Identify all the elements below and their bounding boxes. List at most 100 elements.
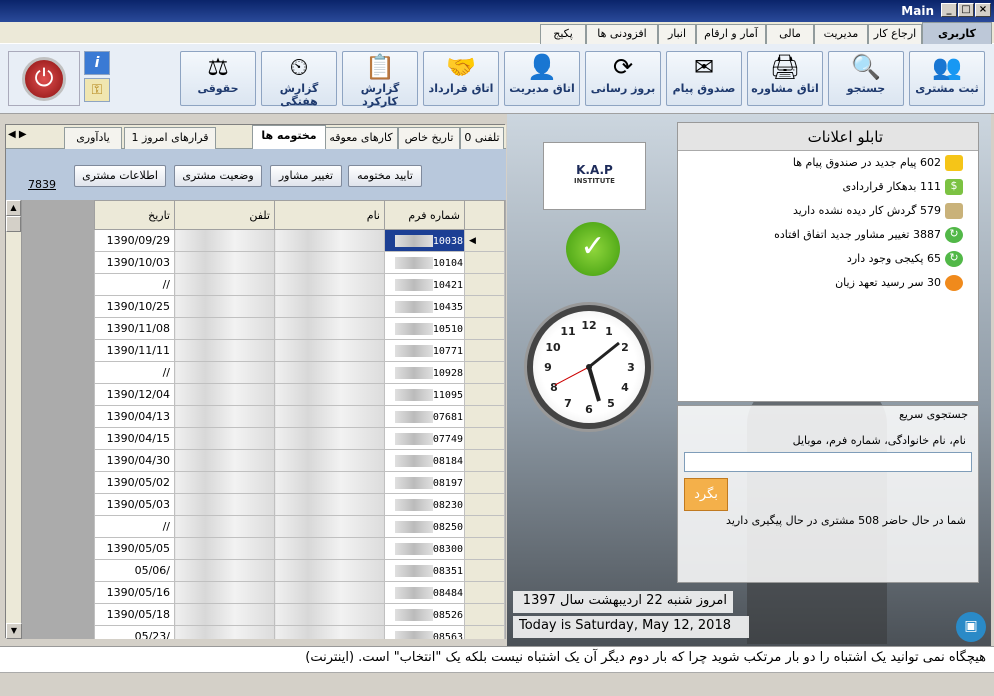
cell-form-number[interactable]: 10928 <box>384 361 465 384</box>
cell-form-number[interactable]: 11095 <box>384 383 465 406</box>
cell-form-number[interactable]: 08230 <box>384 493 465 516</box>
quick-search-input[interactable] <box>684 452 972 472</box>
cell-date[interactable]: 1390/05/18 <box>94 603 175 626</box>
menu-tab-referral[interactable]: ارجاع کار <box>868 24 922 44</box>
row-selector[interactable] <box>464 537 505 560</box>
cell-date[interactable]: 1390/05/05 <box>94 537 175 560</box>
toolbar-button-update[interactable]: ⟳ بروز رسانی <box>585 51 661 106</box>
row-selector[interactable] <box>464 471 505 494</box>
row-selector[interactable]: ◀ <box>464 229 505 252</box>
cell-form-number[interactable]: 10421 <box>384 273 465 296</box>
cell-form-number[interactable]: 07681 <box>384 405 465 428</box>
cell-name-redacted[interactable] <box>274 251 385 274</box>
cell-name-redacted[interactable] <box>274 339 385 362</box>
table-row[interactable]: 1390/05/05 08300 <box>94 537 505 560</box>
cell-form-number[interactable]: 08184 <box>384 449 465 472</box>
key-icon[interactable]: ⚿ <box>84 78 110 102</box>
maximize-button[interactable]: □ <box>958 3 974 17</box>
cell-name-redacted[interactable] <box>274 405 385 428</box>
table-row[interactable]: 1390/09/29 10038 ◀ <box>94 229 505 252</box>
cell-form-number[interactable]: 08300 <box>384 537 465 560</box>
notice-item[interactable]: ↻65 پکیجی وجود دارد <box>847 251 963 271</box>
cell-phone-redacted[interactable] <box>174 537 275 560</box>
tab-scroll-left-icon[interactable]: ◀ <box>8 129 16 140</box>
cell-form-number[interactable]: 10435 <box>384 295 465 318</box>
cell-date[interactable]: // <box>94 515 175 538</box>
minimize-button[interactable]: _ <box>941 3 957 17</box>
change-consultant-button[interactable]: تغییر مشاور <box>270 165 342 187</box>
menu-tab-finance[interactable]: مالی <box>766 24 814 44</box>
toolbar-button-legal[interactable]: ⚖ حقوقی <box>180 51 256 106</box>
table-row[interactable]: // 10928 <box>94 361 505 384</box>
table-row[interactable]: 1390/12/04 11095 <box>94 383 505 406</box>
cell-form-number[interactable]: 10510 <box>384 317 465 340</box>
info-icon[interactable]: i <box>84 51 110 75</box>
row-selector[interactable] <box>464 559 505 582</box>
row-selector[interactable] <box>464 427 505 450</box>
cell-form-number[interactable]: 07749 <box>384 427 465 450</box>
cell-phone-redacted[interactable] <box>174 317 275 340</box>
row-selector[interactable] <box>464 273 505 296</box>
menu-tab-management[interactable]: مدیریت <box>814 24 868 44</box>
column-phone[interactable]: تلفن <box>174 200 275 230</box>
row-selector[interactable] <box>464 603 505 626</box>
cell-date[interactable]: 1390/04/15 <box>94 427 175 450</box>
cell-name-redacted[interactable] <box>274 493 385 516</box>
tab-closed[interactable]: مختومه ها <box>252 125 326 149</box>
cell-date[interactable]: 1390/04/13 <box>94 405 175 428</box>
cell-name-redacted[interactable] <box>274 383 385 406</box>
cell-phone-redacted[interactable] <box>174 361 275 384</box>
toolbar-button-add-customer[interactable]: 👥 ثبت مشتری <box>909 51 985 106</box>
cell-phone-redacted[interactable] <box>174 339 275 362</box>
row-selector[interactable] <box>464 449 505 472</box>
cell-phone-redacted[interactable] <box>174 581 275 604</box>
cell-date[interactable]: 1390/11/08 <box>94 317 175 340</box>
table-row[interactable]: 1390/04/13 07681 <box>94 405 505 428</box>
cell-phone-redacted[interactable] <box>174 383 275 406</box>
row-selector[interactable] <box>464 361 505 384</box>
toolbar-button-message-box[interactable]: ✉ صندوق پیام <box>666 51 742 106</box>
table-row[interactable]: 1390/10/03 10104 <box>94 251 505 274</box>
table-row[interactable]: 1390/10/25 10435 <box>94 295 505 318</box>
cell-name-redacted[interactable] <box>274 229 385 252</box>
toolbar-button-contract-room[interactable]: 🤝 اتاق قرارداد <box>423 51 499 106</box>
cell-name-redacted[interactable] <box>274 361 385 384</box>
notice-item[interactable]: 30 سر رسید تعهد زیان <box>835 275 963 295</box>
table-row[interactable]: 1390/04/30 08184 <box>94 449 505 472</box>
cell-date[interactable]: 1390/10/25 <box>94 295 175 318</box>
column-name[interactable]: نام <box>274 200 385 230</box>
table-row[interactable]: 1390/05/18 08526 <box>94 603 505 626</box>
row-selector[interactable] <box>464 405 505 428</box>
cell-date[interactable]: 1390/05/03 <box>94 493 175 516</box>
gallery-icon[interactable]: ▣ <box>956 612 986 642</box>
cell-name-redacted[interactable] <box>274 471 385 494</box>
cell-name-redacted[interactable] <box>274 603 385 626</box>
notice-item[interactable]: 602 پیام جدید در صندوق پیام ها <box>793 155 963 175</box>
cell-date[interactable]: 1390/12/04 <box>94 383 175 406</box>
cell-phone-redacted[interactable] <box>174 273 275 296</box>
cell-date[interactable]: 05/23/ <box>94 625 175 639</box>
cell-phone-redacted[interactable] <box>174 229 275 252</box>
cell-form-number[interactable]: 08484 <box>384 581 465 604</box>
row-selector[interactable] <box>464 493 505 516</box>
cell-date[interactable]: 05/06/ <box>94 559 175 582</box>
search-go-button[interactable]: بگرد <box>684 478 728 511</box>
cell-phone-redacted[interactable] <box>174 251 275 274</box>
menu-tab-statistics[interactable]: آمار و ارقام <box>696 24 766 44</box>
scroll-up-icon[interactable]: ▲ <box>6 200 21 216</box>
tab-reminder[interactable]: یادآوری <box>64 127 122 149</box>
customer-info-button[interactable]: اطلاعات مشتری <box>74 165 166 187</box>
column-form-number[interactable]: شماره فرم <box>384 200 465 230</box>
cell-form-number[interactable]: 10104 <box>384 251 465 274</box>
cell-name-redacted[interactable] <box>274 273 385 296</box>
table-row[interactable]: 1390/11/08 10510 <box>94 317 505 340</box>
menu-tab-warehouse[interactable]: انبار <box>658 24 696 44</box>
cell-form-number[interactable]: 10771 <box>384 339 465 362</box>
cell-form-number[interactable]: 08197 <box>384 471 465 494</box>
row-selector[interactable] <box>464 339 505 362</box>
row-selector[interactable] <box>464 515 505 538</box>
row-selector[interactable] <box>464 295 505 318</box>
confirm-closed-button[interactable]: تایید مختومه <box>348 165 422 187</box>
cell-phone-redacted[interactable] <box>174 449 275 472</box>
tab-special-date[interactable]: تاریخ خاص <box>398 127 460 149</box>
